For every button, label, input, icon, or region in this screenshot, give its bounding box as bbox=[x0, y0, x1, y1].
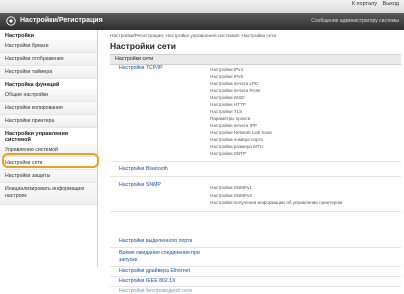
tcpip-sub-item: Настройки Network Link Scan bbox=[210, 130, 273, 135]
sidebar: Настройки Настройки бумаги Настройки ото… bbox=[0, 30, 98, 267]
wireless-settings-link[interactable]: Настройки беспроводной сети bbox=[119, 288, 192, 294]
tcpip-sub-item: Настройки печати RAW bbox=[210, 88, 261, 93]
wait-time-link-line2[interactable]: запуске bbox=[119, 257, 137, 263]
sidebar-item-common[interactable]: Общие настройки bbox=[0, 89, 97, 102]
sidebar-item-printer[interactable]: Настройки принтера bbox=[0, 115, 97, 128]
main-content: Настройки/Регистрация: Настройки управле… bbox=[110, 30, 404, 294]
tcpip-sub-item: Настройки IPv6 bbox=[210, 74, 243, 79]
portal-link[interactable]: К порталу bbox=[352, 1, 377, 7]
highlight-ring bbox=[2, 153, 99, 168]
snmp-sub-item: Настройки получения информации об управл… bbox=[210, 200, 343, 205]
settings-globe-icon bbox=[6, 16, 16, 26]
top-bar: К порталу Выход bbox=[0, 0, 404, 13]
section-label: Настройки сети bbox=[115, 56, 154, 62]
breadcrumb: Настройки/Регистрация: Настройки управле… bbox=[110, 34, 277, 39]
ieee8021x-link[interactable]: Настройки IEEE 802.1X bbox=[119, 278, 176, 284]
snmp-sub-item: Настройки SNMPv1 bbox=[210, 185, 252, 190]
row-divider bbox=[110, 211, 401, 212]
wait-time-link[interactable]: Время ожидания соединения при bbox=[119, 250, 200, 256]
tcpip-sub-item: Настройки WSD bbox=[210, 95, 245, 100]
row-divider bbox=[110, 161, 401, 162]
snmp-settings-link[interactable]: Настройки SNMP bbox=[119, 182, 161, 188]
row-divider bbox=[110, 276, 401, 277]
sidebar-item-timer[interactable]: Настройки таймера bbox=[0, 66, 97, 79]
page-header-title: Настройки/Регистрация bbox=[20, 17, 103, 24]
dedicated-port-link[interactable]: Настройки выделенного порта bbox=[119, 238, 192, 244]
logout-link[interactable]: Выход bbox=[383, 1, 399, 7]
tcpip-sub-item: Настройки печати LPD bbox=[210, 81, 259, 86]
tcpip-sub-item: Настройки IPv4 bbox=[210, 67, 243, 72]
admin-message-link[interactable]: Сообщение администратору системы bbox=[311, 18, 399, 24]
top-links: К порталу Выход bbox=[348, 1, 399, 7]
sidebar-item-initialize[interactable]: Инициализировать информацию настроек bbox=[0, 183, 97, 205]
tcpip-sub-item: Настройки размера MTU bbox=[210, 144, 264, 149]
snmp-sub-item: Настройки SNMPv3 bbox=[210, 193, 252, 198]
page-title: Настройки сети bbox=[110, 41, 176, 51]
sidebar-item-paper[interactable]: Настройки бумаги bbox=[0, 40, 97, 53]
sidebar-heading-functions: Настройка функций bbox=[5, 82, 60, 88]
sidebar-item-copy[interactable]: Настройки копирования bbox=[0, 102, 97, 115]
tcpip-sub-item: Настройки печати IPP bbox=[210, 123, 257, 128]
tcpip-sub-item: Настройки HTTP bbox=[210, 102, 246, 107]
sidebar-heading-system: Настройки управления системой bbox=[5, 131, 69, 143]
sidebar-item-security[interactable]: Настройки защиты bbox=[0, 170, 97, 183]
tcpip-sub-item: Параметры прокси bbox=[210, 116, 251, 121]
section-header: Настройки сети bbox=[110, 54, 401, 65]
tcpip-sub-item: Настройки TLS bbox=[210, 109, 243, 114]
tcpip-settings-link[interactable]: Настройки TCP/IP bbox=[119, 65, 163, 71]
ethernet-driver-link[interactable]: Настройки драйвера Ethernet bbox=[119, 268, 190, 274]
row-divider bbox=[110, 247, 401, 248]
title-bar: Настройки/Регистрация Сообщение админист… bbox=[0, 13, 404, 30]
tcpip-sub-item: Настройки номера порта bbox=[210, 137, 264, 142]
sidebar-heading-settings: Настройки bbox=[5, 33, 35, 39]
row-divider bbox=[110, 176, 401, 177]
row-divider bbox=[110, 286, 401, 287]
sidebar-item-display[interactable]: Настройки отображения bbox=[0, 53, 97, 66]
bluetooth-settings-link[interactable]: Настройки Bluetooth bbox=[119, 166, 168, 172]
tcpip-sub-item: Настройки SNTP bbox=[210, 151, 247, 156]
